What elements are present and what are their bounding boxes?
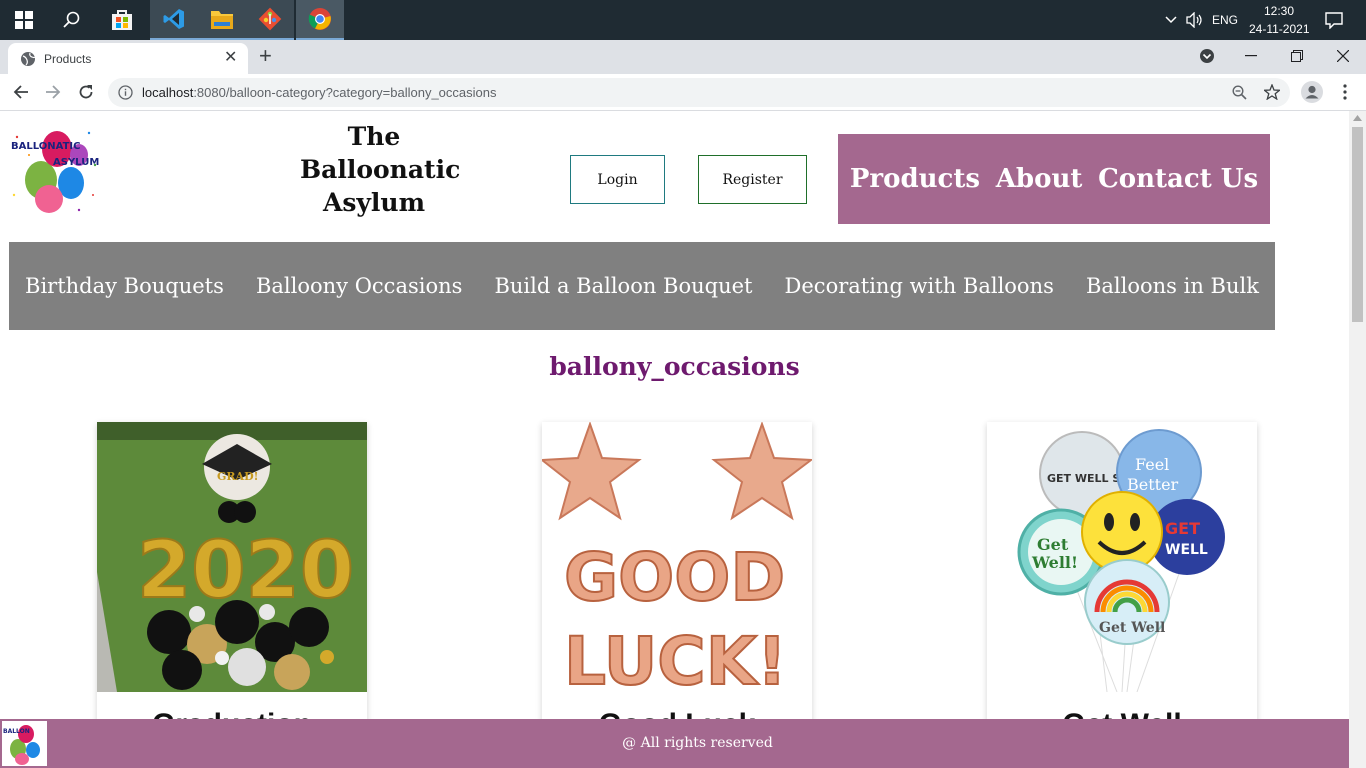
search-icon[interactable] (48, 0, 96, 40)
category-navigation: Birthday Bouquets Balloony Occasions Bui… (9, 242, 1275, 330)
main-navigation: Products About Contact Us (838, 134, 1270, 224)
notification-icon[interactable] (1310, 0, 1358, 40)
browser-toolbar: localhost:8080/balloon-category?category… (0, 74, 1366, 111)
url-text: localhost:8080/balloon-category?category… (142, 85, 497, 100)
svg-text:GRAD!: GRAD! (217, 470, 258, 483)
category-birthday-bouquets[interactable]: Birthday Bouquets (25, 274, 224, 298)
clock-date[interactable]: 24-11-2021 (1249, 22, 1310, 36)
close-window-icon[interactable] (1320, 40, 1366, 72)
tab-close-icon[interactable]: ✕ (224, 50, 237, 66)
category-balloons-in-bulk[interactable]: Balloons in Bulk (1086, 274, 1259, 298)
site-title: The Balloonatic Asylum (300, 120, 461, 219)
browser-tab-strip: Products ✕ (0, 40, 1366, 74)
forward-icon[interactable] (40, 79, 66, 105)
scrollbar-thumb[interactable] (1352, 127, 1363, 322)
svg-text:Get Well: Get Well (1099, 620, 1165, 636)
login-button[interactable]: Login (570, 155, 665, 204)
product-image-get-well[interactable]: GET WELL SOON! Feel Better GET WELL Get … (987, 422, 1257, 692)
scroll-up-icon[interactable] (1353, 115, 1362, 121)
page-scrollbar[interactable] (1349, 111, 1366, 768)
page-viewport: BALLONATIC ASYLUM The Balloonatic Asylum… (0, 111, 1349, 768)
product-card[interactable]: GET WELL SOON! Feel Better GET WELL Get … (987, 422, 1257, 742)
category-balloony-occasions[interactable]: Balloony Occasions (256, 274, 462, 298)
vscode-icon[interactable] (150, 0, 198, 40)
menu-dots-icon[interactable] (1332, 79, 1358, 105)
microsoft-store-icon[interactable] (98, 0, 146, 40)
site-title-line-2: Balloonatic (300, 155, 461, 184)
svg-text:Get: Get (1037, 535, 1069, 554)
browser-tab[interactable]: Products ✕ (8, 43, 248, 74)
clock-time[interactable]: 12:30 (1264, 4, 1294, 18)
nav-about[interactable]: About (996, 164, 1083, 194)
svg-text:WELL: WELL (1165, 542, 1208, 558)
product-card[interactable]: GRAD! 2020 Graduation (97, 422, 367, 742)
svg-text:Feel: Feel (1135, 455, 1169, 474)
chevron-up-icon[interactable] (1160, 0, 1182, 40)
bookmark-star-icon[interactable] (1264, 84, 1280, 100)
footer-copyright: @ All rights reserved (622, 735, 773, 751)
volume-icon[interactable] (1182, 0, 1206, 40)
minimize-icon[interactable] (1228, 40, 1274, 72)
svg-text:GET: GET (1165, 519, 1200, 538)
svg-text:ASYLUM: ASYLUM (53, 157, 99, 168)
new-tab-icon[interactable]: + (259, 45, 272, 67)
svg-text:LUCK!: LUCK! (564, 623, 787, 692)
svg-text:GOOD: GOOD (564, 539, 785, 616)
svg-text:Better: Better (1127, 475, 1179, 494)
site-title-line-1: The (347, 122, 401, 151)
url-host: localhost (142, 85, 194, 100)
logo-text: BALLONATIC (11, 141, 80, 152)
zoom-icon[interactable] (1232, 85, 1247, 100)
product-image-good-luck[interactable]: GOOD LUCK! (542, 422, 812, 692)
tab-title: Products (44, 52, 92, 66)
site-footer: BALLON @ All rights reserved (0, 719, 1349, 768)
globe-icon (21, 52, 36, 66)
language-indicator[interactable]: ENG (1212, 13, 1238, 27)
profile-avatar-icon[interactable] (1299, 79, 1325, 105)
nav-contact-us[interactable]: Contact Us (1098, 164, 1258, 194)
product-card[interactable]: GOOD LUCK! Good Luck (542, 422, 812, 742)
nav-products[interactable]: Products (850, 164, 980, 194)
windows-start-icon[interactable] (0, 0, 48, 40)
svg-text:BALLON: BALLON (3, 728, 30, 735)
product-image-graduation[interactable]: GRAD! 2020 (97, 422, 367, 692)
info-icon[interactable] (118, 85, 133, 100)
site-logo[interactable]: BALLONATIC ASYLUM (9, 125, 99, 215)
category-decorating-with-balloons[interactable]: Decorating with Balloons (785, 274, 1054, 298)
tab-search-icon[interactable] (1184, 40, 1230, 72)
git-icon[interactable] (246, 0, 294, 40)
reload-icon[interactable] (73, 79, 99, 105)
category-heading: ballony_occasions (549, 352, 800, 381)
windows-taskbar: ENG 12:30 24-11-2021 (0, 0, 1366, 40)
category-build-a-balloon-bouquet[interactable]: Build a Balloon Bouquet (494, 274, 752, 298)
back-icon[interactable] (8, 79, 34, 105)
chrome-icon[interactable] (296, 0, 344, 40)
svg-text:Well!: Well! (1031, 553, 1078, 572)
url-path: :8080/balloon-category?category=ballony_… (193, 85, 497, 100)
register-button[interactable]: Register (698, 155, 807, 204)
address-bar[interactable]: localhost:8080/balloon-category?category… (108, 78, 1290, 107)
site-title-line-3: Asylum (322, 188, 426, 217)
restore-icon[interactable] (1274, 40, 1320, 72)
file-explorer-icon[interactable] (198, 0, 246, 40)
